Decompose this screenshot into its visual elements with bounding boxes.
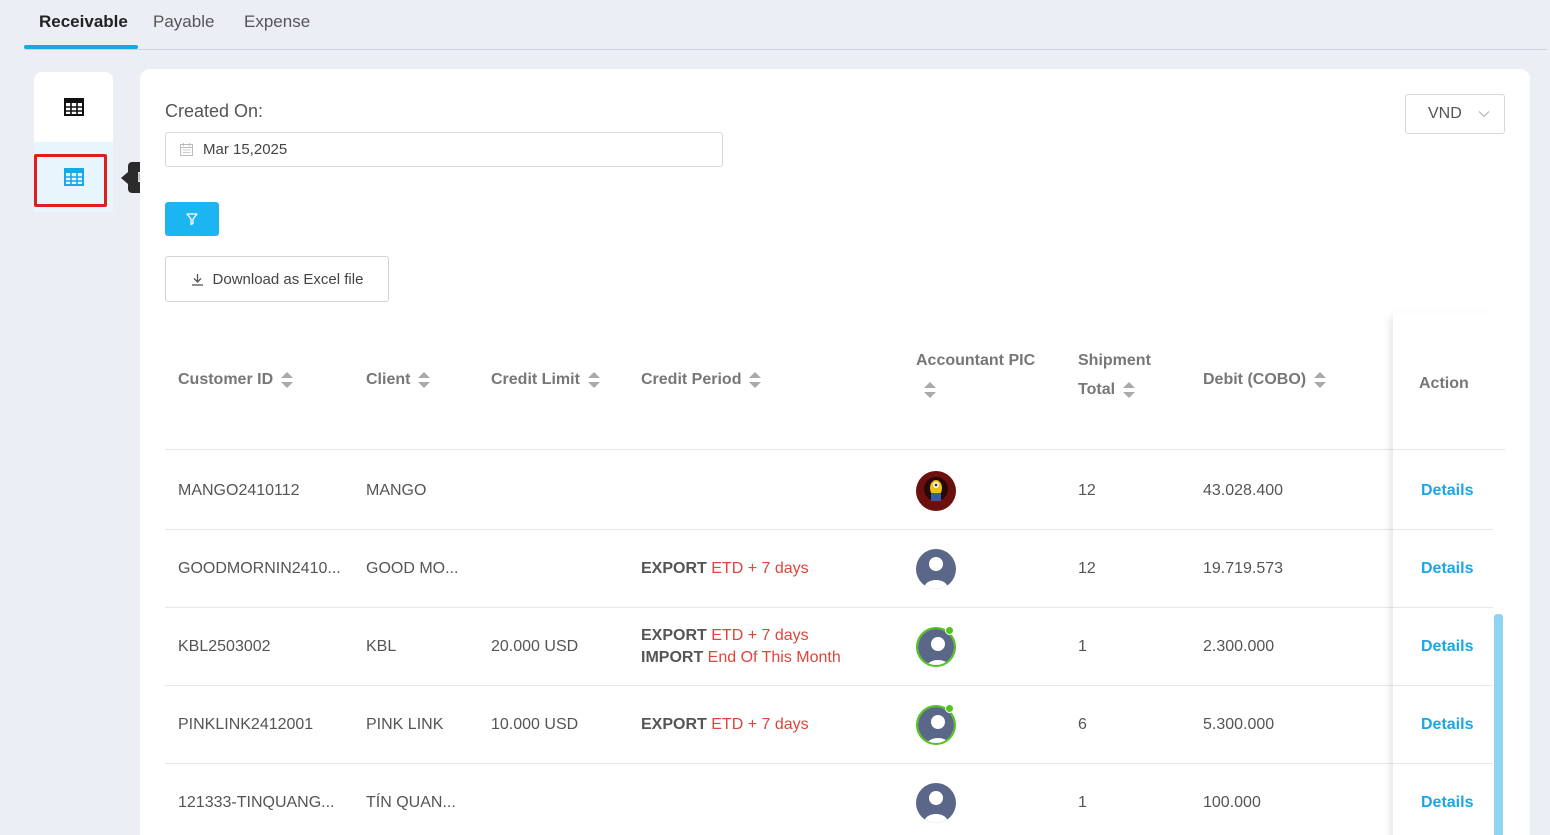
custom-avatar-icon	[916, 471, 956, 511]
col-client[interactable]: Client	[366, 365, 431, 394]
currency-select[interactable]: VND	[1405, 94, 1505, 134]
col-shipment-total[interactable]: Shipment Total	[1078, 346, 1178, 404]
debit-cobo-cell: 2.300.000	[1203, 638, 1275, 655]
client-cell: GOOD MO...	[366, 560, 459, 577]
shipment-total-cell: 1	[1078, 638, 1087, 655]
shipment-total-cell: 1	[1078, 794, 1087, 811]
created-on-date-picker[interactable]: Mar 15,2025	[165, 132, 723, 167]
online-status-dot	[945, 626, 954, 635]
table-row: KBL2503002 KBL 20.000 USD EXPORT ETD + 7 da…	[165, 608, 1493, 686]
col-action: Action	[1419, 375, 1469, 392]
sort-icon[interactable]	[924, 381, 936, 399]
accountant-avatar[interactable]	[916, 783, 956, 823]
debit-cobo-cell: 43.028.400	[1203, 482, 1284, 499]
online-status-dot	[945, 704, 954, 713]
table-row: 121333-TINQUANG... TÍN QUAN... 1 100.000 Det…	[165, 764, 1493, 835]
download-excel-button[interactable]: Download as Excel file	[165, 256, 389, 302]
details-link[interactable]: Details	[1421, 560, 1473, 578]
debit-cobo-cell: 19.719.573	[1203, 560, 1284, 577]
table-header: Customer ID Client Credit Limit Credit P…	[165, 313, 1505, 450]
sort-icon[interactable]	[587, 371, 600, 389]
credit-period-cell: EXPORT ETD + 7 days	[641, 558, 809, 580]
credit-term: IMPORT End Of This Month	[641, 649, 841, 666]
detail-view-highlight	[34, 154, 107, 207]
sort-icon[interactable]	[1314, 371, 1327, 389]
user-avatar-icon	[916, 549, 956, 589]
table-row: PINKLINK2412001 PINK LINK 10.000 USD EXPORT…	[165, 686, 1493, 764]
accountant-avatar[interactable]	[916, 549, 956, 589]
accountant-avatar[interactable]	[916, 471, 956, 511]
sort-icon[interactable]	[418, 371, 431, 389]
download-icon	[191, 273, 203, 286]
shipment-total-cell: 12	[1078, 482, 1096, 499]
col-customer-id[interactable]: Customer ID	[178, 365, 294, 394]
col-accountant-pic[interactable]: Accountant PIC	[916, 346, 1046, 404]
customer-id-cell: MANGO2410112	[178, 482, 300, 499]
tab-expense[interactable]: Expense	[244, 12, 310, 32]
shipment-total-cell: 6	[1078, 716, 1087, 733]
table-scrollbar-thumb[interactable]	[1494, 614, 1503, 835]
customer-id-cell: 121333-TINQUANG...	[178, 794, 335, 811]
download-excel-label: Download as Excel file	[212, 270, 364, 288]
top-tabs: Receivable Payable Expense	[24, 0, 1547, 50]
details-link[interactable]: Details	[1421, 482, 1473, 500]
filter-button[interactable]	[165, 202, 219, 236]
sort-icon[interactable]	[281, 371, 294, 389]
details-link[interactable]: Details	[1421, 716, 1473, 734]
table-icon	[63, 98, 84, 116]
client-cell: PINK LINK	[366, 716, 444, 733]
debit-cobo-cell: 5.300.000	[1203, 716, 1275, 733]
customer-id-cell: PINKLINK2412001	[178, 716, 314, 733]
table-row: GOODMORNIN2410... GOOD MO... EXPORT ETD + …	[165, 530, 1493, 608]
tab-receivable[interactable]: Receivable	[39, 12, 128, 32]
credit-limit-cell: 10.000 USD	[491, 716, 579, 733]
created-on-value: Mar 15,2025	[203, 141, 288, 158]
details-link[interactable]: Details	[1421, 638, 1473, 656]
debit-cobo-cell: 100.000	[1203, 794, 1261, 811]
col-credit-limit[interactable]: Credit Limit	[491, 365, 600, 394]
col-debit-cobo[interactable]: Debit (COBO)	[1203, 365, 1327, 394]
credit-term: EXPORT ETD + 7 days	[641, 560, 809, 577]
created-on-label: Created On:	[165, 101, 264, 121]
summary-view-button[interactable]	[34, 72, 113, 142]
credit-term: EXPORT ETD + 7 days	[641, 627, 809, 644]
shipment-total-cell: 12	[1078, 560, 1096, 577]
calendar-icon	[180, 143, 193, 156]
receivable-panel: Created On: Mar 15,2025 VND Download as …	[140, 69, 1530, 835]
credit-term: EXPORT ETD + 7 days	[641, 716, 809, 733]
table-row: MANGO2410112 MANGO 12 43.028.400 Details	[165, 452, 1493, 530]
col-credit-period[interactable]: Credit Period	[641, 365, 762, 394]
chevron-down-icon	[1478, 111, 1490, 118]
sort-icon[interactable]	[1123, 381, 1136, 399]
customer-id-cell: KBL2503002	[178, 638, 271, 655]
credit-period-cell: EXPORT ETD + 7 days IMPORT End Of This Mo…	[641, 625, 841, 669]
filter-icon	[186, 213, 198, 225]
active-tab-indicator	[24, 45, 138, 49]
credit-period-cell: EXPORT ETD + 7 days	[641, 714, 809, 736]
tab-payable[interactable]: Payable	[153, 12, 214, 32]
details-link[interactable]: Details	[1421, 794, 1473, 812]
currency-value: VND	[1428, 105, 1462, 122]
client-cell: TÍN QUAN...	[366, 794, 456, 811]
user-avatar-icon	[916, 783, 956, 823]
credit-limit-cell: 20.000 USD	[491, 638, 579, 655]
client-cell: MANGO	[366, 482, 427, 499]
customer-id-cell: GOODMORNIN2410...	[178, 560, 341, 577]
client-cell: KBL	[366, 638, 397, 655]
sort-icon[interactable]	[749, 371, 762, 389]
